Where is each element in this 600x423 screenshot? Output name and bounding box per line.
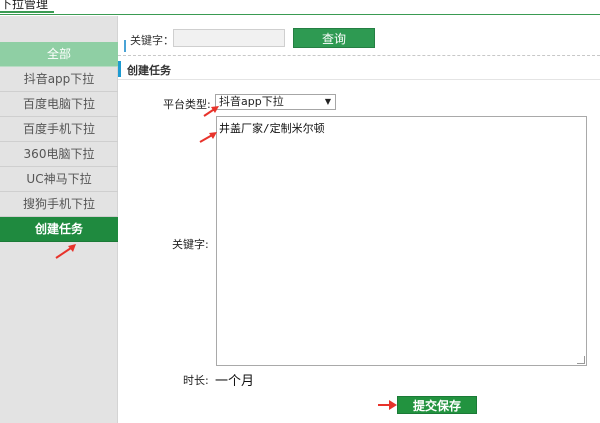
sidebar-item-baidu-mobile[interactable]: 百度手机下拉 [0,117,118,142]
resize-handle-icon[interactable] [577,356,585,364]
section-header: 创建任务 [118,58,600,80]
submit-save-button[interactable]: 提交保存 [397,396,477,414]
search-keyword-label: 关键字： [130,34,174,47]
query-button[interactable]: 查询 [293,28,375,48]
platform-type-select[interactable]: 抖音app下拉 ▼ [215,94,336,110]
search-accent-mark [124,40,126,52]
sidebar-item-douyin-app[interactable]: 抖音app下拉 [0,67,118,92]
duration-label: 时长: [183,374,209,387]
annotation-arrow-icon [199,132,217,143]
top-bar: 下拉管理 [0,0,600,15]
search-bar: 关键字： 查询 [118,16,600,56]
search-keyword-input[interactable] [173,29,285,47]
chevron-down-icon: ▼ [324,97,331,106]
tab-dropdown-management[interactable]: 下拉管理 [0,0,55,13]
keyword-label: 关键字: [172,238,209,251]
platform-type-value: 抖音app下拉 [219,95,284,108]
sidebar-item-360-pc[interactable]: 360电脑下拉 [0,142,118,167]
sidebar: 全部 抖音app下拉 百度电脑下拉 百度手机下拉 360电脑下拉 UC神马下拉 … [0,16,118,423]
keyword-textarea[interactable]: 井盖厂家/定制米尔顿 [216,116,587,366]
sidebar-item-sogou-mobile[interactable]: 搜狗手机下拉 [0,192,118,217]
sidebar-item-uc-shenma[interactable]: UC神马下拉 [0,167,118,192]
keyword-text: 井盖厂家/定制米尔顿 [219,122,325,135]
section-accent-bar [118,61,121,77]
annotation-arrow-icon [378,400,397,410]
duration-value: 一个月 [215,374,255,389]
section-title: 创建任务 [127,64,171,77]
sidebar-item-baidu-pc[interactable]: 百度电脑下拉 [0,92,118,117]
sidebar-item-all[interactable]: 全部 [0,42,118,67]
annotation-arrow-icon [55,244,76,259]
annotation-arrow-icon [203,106,219,117]
sidebar-item-create-task[interactable]: 创建任务 [0,217,118,242]
